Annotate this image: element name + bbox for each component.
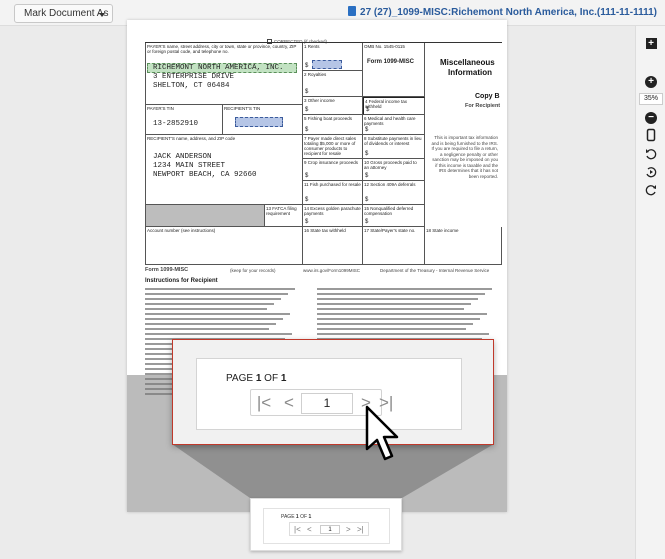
- prev-page-icon: <: [284, 393, 294, 412]
- thumb-next-icon[interactable]: >: [346, 524, 351, 535]
- thumb-page-input[interactable]: 1: [320, 525, 340, 534]
- thumbnail-pager: |< < 1 > >|: [289, 522, 369, 536]
- thumbnail-page-indicator: PAGE 1 OF 1: [281, 514, 312, 520]
- mouse-cursor-icon: [365, 405, 399, 461]
- thumb-prev-icon[interactable]: <: [307, 524, 312, 535]
- prev-page-button[interactable]: <: [279, 392, 299, 414]
- thumb-last-icon[interactable]: >|: [357, 524, 364, 535]
- zoom-connector: [172, 444, 494, 498]
- first-page-button[interactable]: |<: [254, 392, 274, 414]
- pagination-thumbnail: PAGE 1 OF 1 |< < 1 > >|: [250, 498, 402, 551]
- page-indicator: PAGE 1 OF 1: [226, 373, 287, 384]
- pager-control: |< < 1 > >|: [250, 389, 393, 416]
- pagination-zoom-callout: PAGE 1 OF 1 |< < 1 > >|: [172, 339, 494, 445]
- total-pages: 1: [280, 373, 287, 384]
- page-number-input[interactable]: 1: [301, 393, 353, 414]
- thumb-first-icon[interactable]: |<: [294, 524, 301, 535]
- first-page-icon: |<: [256, 393, 272, 412]
